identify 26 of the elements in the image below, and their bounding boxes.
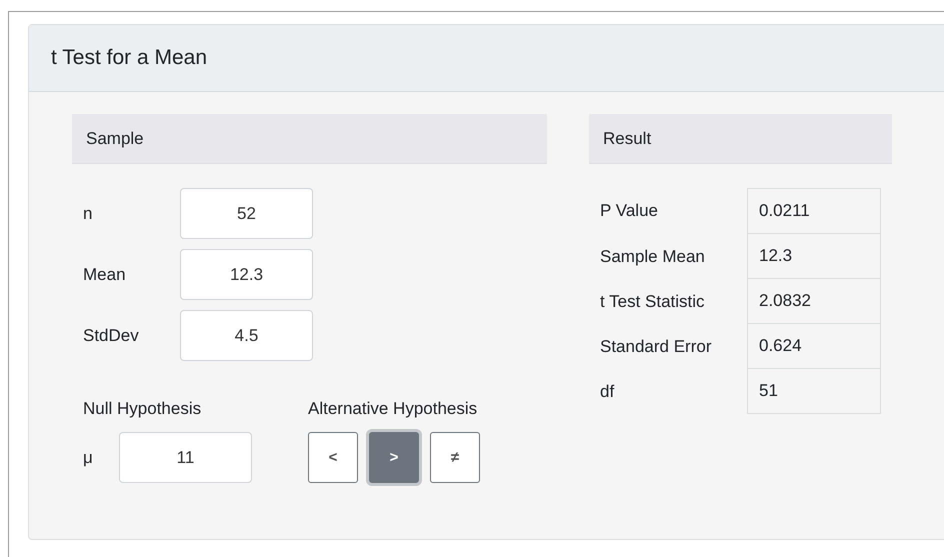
- section-title: Result: [603, 128, 652, 148]
- field-label: n: [83, 204, 94, 224]
- table-cell: 0.0211: [747, 188, 881, 234]
- input-field[interactable]: 4.5: [180, 310, 313, 361]
- table-cell: 51: [747, 368, 881, 414]
- card-title: t Test for a Mean: [51, 46, 208, 70]
- result-label: Sample Mean: [599, 246, 706, 266]
- result-label: t Test Statistic: [599, 292, 706, 312]
- field-label: Alternative Hypothesis: [308, 399, 478, 419]
- result-label: P Value: [599, 201, 659, 221]
- result-label: Standard Error: [599, 336, 712, 356]
- mu-symbol: μ: [83, 448, 94, 468]
- toggle-button[interactable]: ≠: [430, 432, 480, 483]
- field-label: StdDev: [83, 326, 140, 346]
- field-label: Null Hypothesis: [83, 399, 202, 419]
- input-field[interactable]: 12.3: [180, 249, 313, 300]
- toggle-button[interactable]: <: [308, 432, 358, 483]
- section-title: Sample: [86, 128, 144, 148]
- result-label: df: [599, 382, 616, 402]
- table-cell: 2.0832: [747, 278, 881, 324]
- table-cell: 0.624: [747, 323, 881, 369]
- input-field[interactable]: 11: [119, 432, 252, 483]
- toggle-button[interactable]: >: [369, 432, 419, 483]
- input-field[interactable]: 52: [180, 188, 313, 239]
- table-cell: 12.3: [747, 233, 881, 279]
- field-label: Mean: [83, 264, 127, 284]
